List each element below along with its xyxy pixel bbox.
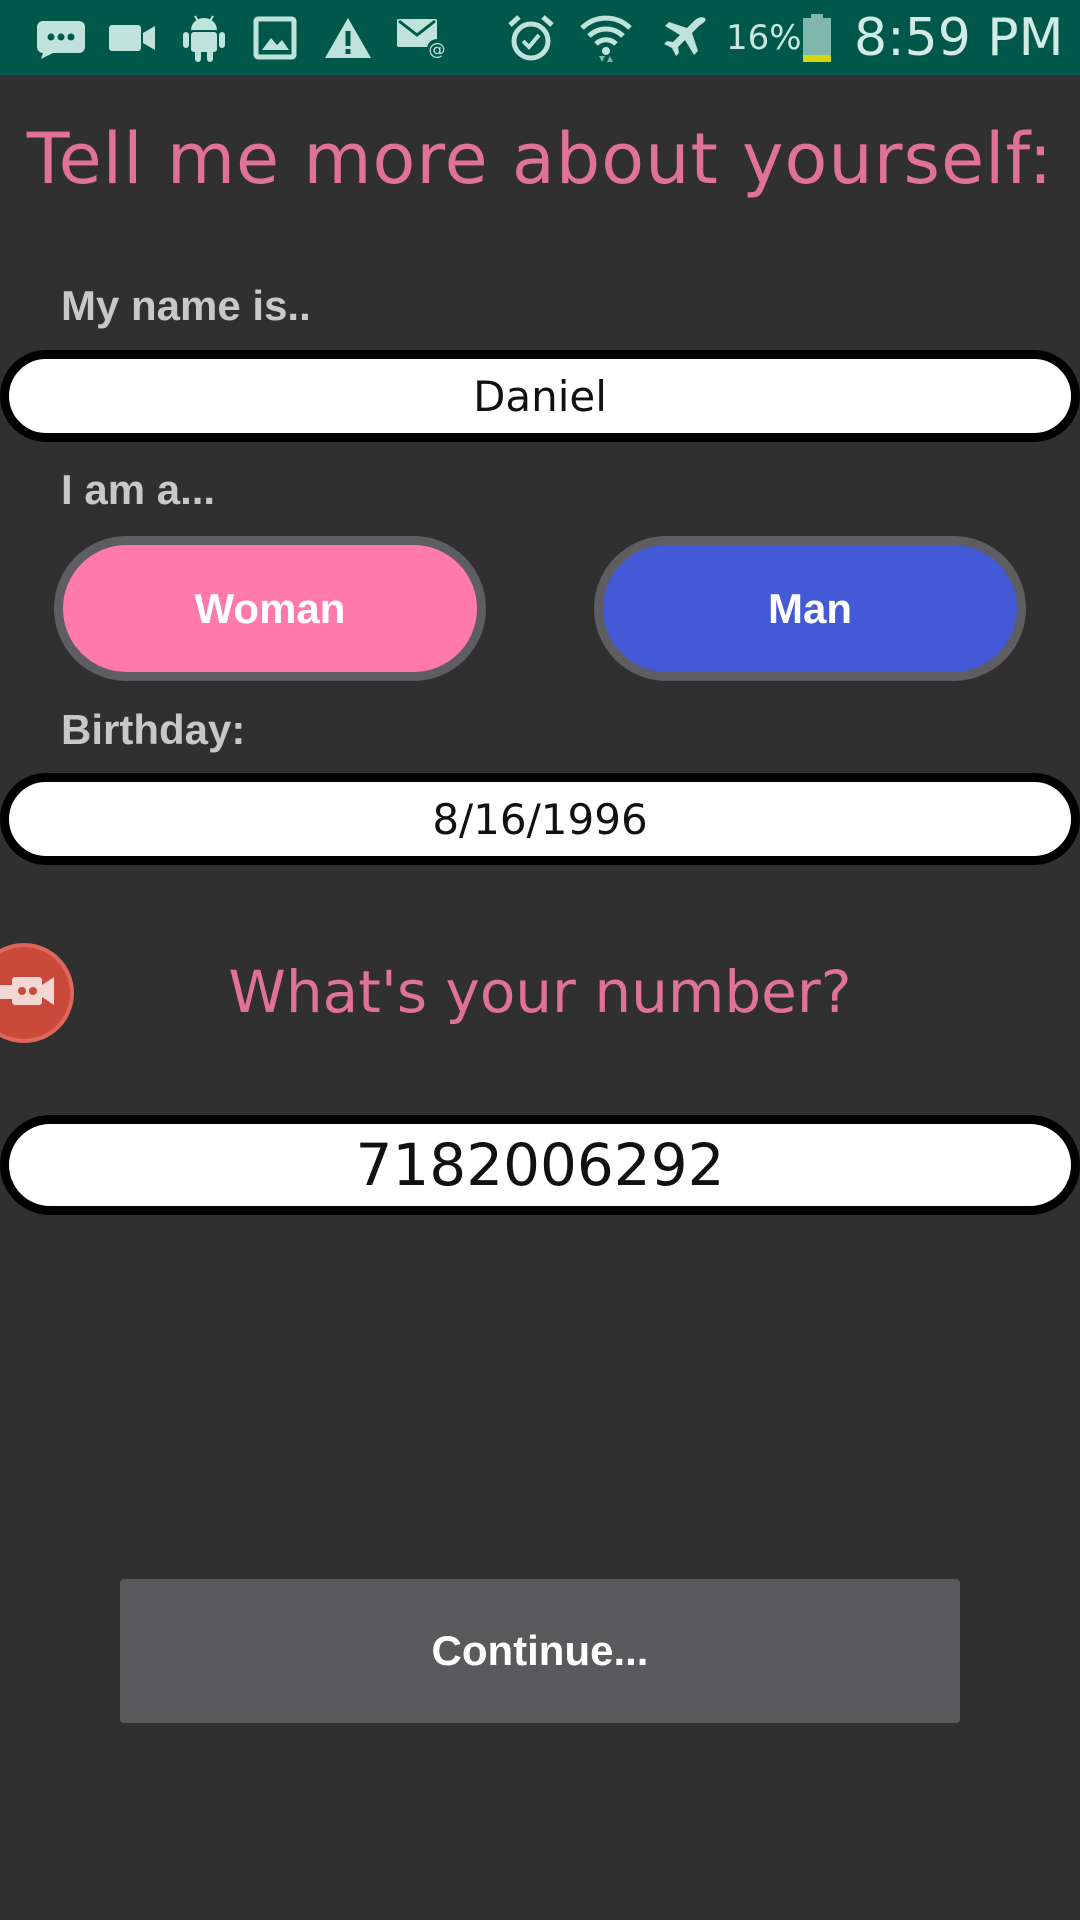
man-button[interactable]: Man	[594, 536, 1026, 681]
image-icon	[252, 10, 298, 66]
wifi-icon	[578, 10, 634, 66]
airplane-mode-icon	[660, 10, 710, 66]
android-icon	[180, 10, 228, 66]
woman-button[interactable]: Woman	[54, 536, 486, 681]
phone-prompt: What's your number?	[228, 958, 852, 1026]
battery-percent: 16%	[726, 17, 802, 58]
page-title: Tell me more about yourself:	[26, 118, 1054, 200]
alarm-icon	[506, 10, 556, 66]
status-bar: @ 16% 8:59 PM	[0, 0, 1080, 75]
svg-text:@: @	[429, 40, 446, 60]
chat-bubble-icon	[32, 10, 88, 66]
clock: 8:59 PM	[854, 7, 1064, 68]
video-camera-icon	[106, 10, 158, 66]
phone-value: 7182006292	[355, 1131, 725, 1199]
gender-label: I am a...	[61, 466, 216, 513]
continue-button[interactable]: Continue...	[120, 1579, 960, 1723]
warning-icon	[322, 10, 374, 66]
battery-icon	[798, 10, 836, 66]
email-at-icon: @	[394, 10, 450, 66]
birthday-label: Birthday:	[61, 706, 246, 753]
birthday-value: 8/16/1996	[432, 794, 648, 844]
name-value: Daniel	[473, 371, 607, 421]
phone-field[interactable]: 7182006292	[0, 1115, 1080, 1215]
name-field[interactable]: Daniel	[0, 350, 1080, 442]
name-label: My name is..	[61, 282, 311, 329]
birthday-field[interactable]: 8/16/1996	[0, 773, 1080, 865]
